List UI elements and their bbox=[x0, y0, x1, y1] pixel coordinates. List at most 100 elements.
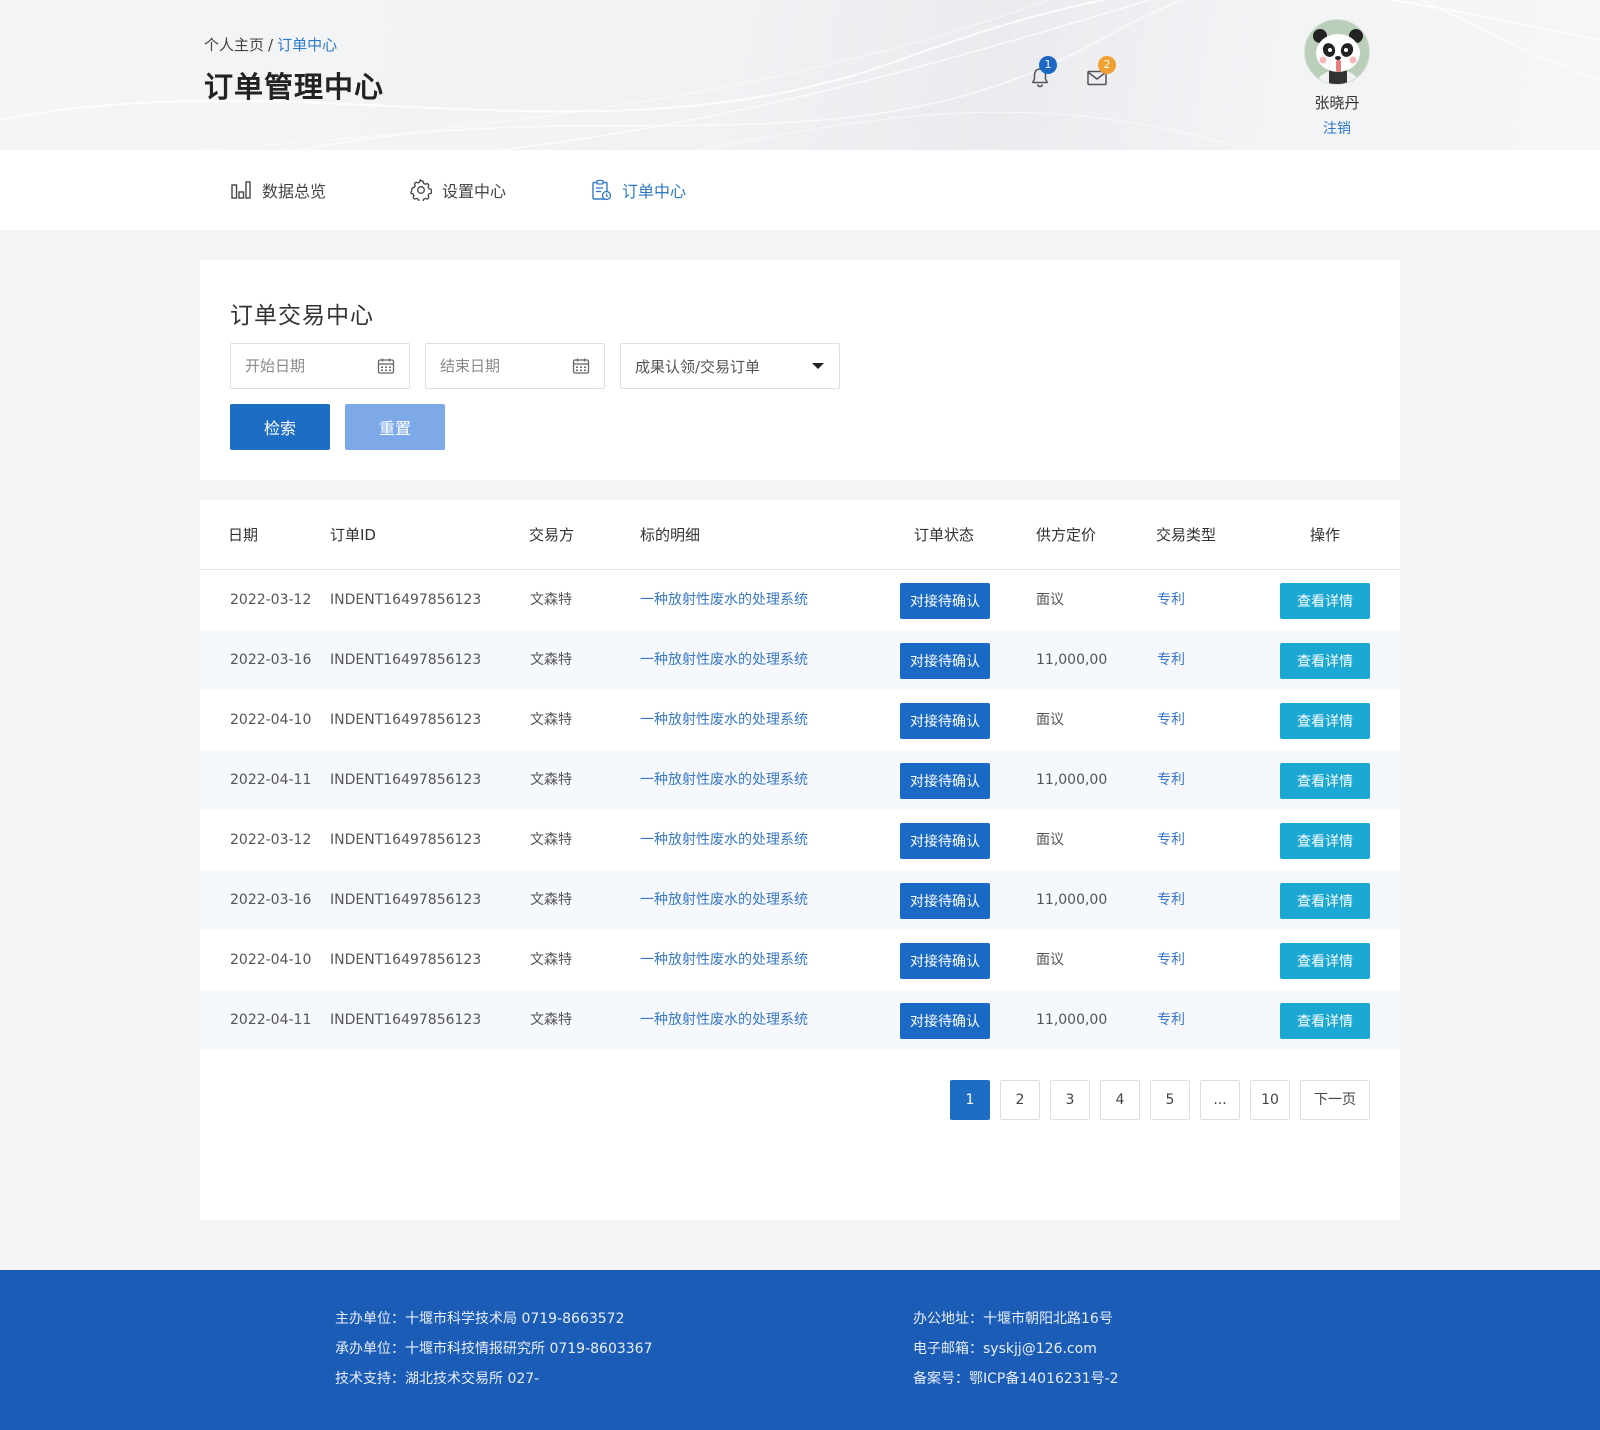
view-details-button[interactable]: 查看详情 bbox=[1280, 823, 1370, 859]
order-type-select[interactable]: 成果认领/交易订单 bbox=[620, 343, 840, 389]
breadcrumb-separator: / bbox=[268, 36, 274, 54]
status-button[interactable]: 对接待确认 bbox=[900, 643, 990, 679]
cell-order-id: INDENT16497856123 bbox=[330, 892, 482, 908]
column-header-status: 订单状态 bbox=[914, 526, 975, 544]
nav-item-settings[interactable]: 设置中心 bbox=[410, 150, 506, 230]
calendar-icon bbox=[377, 358, 395, 374]
page-button-3[interactable]: 3 bbox=[1050, 1080, 1090, 1120]
page-button-2[interactable]: 2 bbox=[1000, 1080, 1040, 1120]
status-button[interactable]: 对接待确认 bbox=[900, 763, 990, 799]
cell-item-link[interactable]: 一种放射性废水的处理系统 bbox=[640, 750, 808, 810]
page-ellipsis-button[interactable]: ... bbox=[1200, 1080, 1240, 1120]
cell-item-link[interactable]: 一种放射性废水的处理系统 bbox=[640, 930, 808, 990]
cell-price: 面议 bbox=[1036, 832, 1064, 848]
reset-button[interactable]: 重置 bbox=[345, 404, 445, 450]
status-button[interactable]: 对接待确认 bbox=[900, 703, 990, 739]
page-button-4[interactable]: 4 bbox=[1100, 1080, 1140, 1120]
status-button[interactable]: 对接待确认 bbox=[900, 583, 990, 619]
cell-price: 面议 bbox=[1036, 592, 1064, 608]
start-date-input[interactable] bbox=[231, 357, 377, 375]
cell-type-link[interactable]: 专利 bbox=[1157, 990, 1185, 1050]
cell-type-link[interactable]: 专利 bbox=[1157, 810, 1185, 870]
page-header: 个人主页 / 订单中心 订单管理中心 1 2 张晓丹 注销 bbox=[0, 0, 1600, 150]
column-header-order-id: 订单ID bbox=[330, 526, 376, 544]
cell-item-link[interactable]: 一种放射性废水的处理系统 bbox=[640, 810, 808, 870]
logout-link[interactable]: 注销 bbox=[1304, 118, 1370, 138]
cell-order-id: INDENT16497856123 bbox=[330, 712, 482, 728]
footer-organizer: 承办单位：十堰市科技情报研究所 0719-8603367 bbox=[335, 1341, 653, 1357]
table-row: 2022-03-16 INDENT16497856123 文森特 一种放射性废水的处理… bbox=[200, 870, 1400, 930]
page-title: 订单管理中心 bbox=[204, 70, 385, 104]
page-button-5[interactable]: 5 bbox=[1150, 1080, 1190, 1120]
column-header-action: 操作 bbox=[1310, 526, 1341, 544]
view-details-button[interactable]: 查看详情 bbox=[1280, 1003, 1370, 1039]
avatar[interactable] bbox=[1304, 19, 1370, 85]
table-row: 2022-04-10 INDENT16497856123 文森特 一种放射性废水的处理… bbox=[200, 930, 1400, 990]
cell-order-id: INDENT16497856123 bbox=[330, 832, 482, 848]
view-details-button[interactable]: 查看详情 bbox=[1280, 703, 1370, 739]
table-row: 2022-04-10 INDENT16497856123 文森特 一种放射性废水的处理… bbox=[200, 690, 1400, 750]
cell-order-id: INDENT16497856123 bbox=[330, 772, 482, 788]
table-row: 2022-03-12 INDENT16497856123 文森特 一种放射性废水的处理… bbox=[200, 570, 1400, 630]
start-date-field[interactable] bbox=[230, 343, 410, 389]
cell-date: 2022-04-10 bbox=[230, 712, 312, 728]
cell-type-link[interactable]: 专利 bbox=[1157, 630, 1185, 690]
notification-button[interactable]: 1 bbox=[1025, 56, 1057, 92]
cell-date: 2022-03-12 bbox=[230, 832, 312, 848]
breadcrumb-current: 订单中心 bbox=[277, 36, 338, 54]
nav-item-order-center[interactable]: 订单中心 bbox=[590, 150, 686, 230]
cell-party: 文森特 bbox=[530, 772, 572, 788]
status-button[interactable]: 对接待确认 bbox=[900, 823, 990, 859]
footer-host: 主办单位：十堰市科学技术局 0719-8663572 bbox=[335, 1311, 625, 1327]
cell-order-id: INDENT16497856123 bbox=[330, 1012, 482, 1028]
cell-item-link[interactable]: 一种放射性废水的处理系统 bbox=[640, 630, 808, 690]
cell-date: 2022-04-11 bbox=[230, 1012, 312, 1028]
message-count-badge: 2 bbox=[1098, 56, 1116, 74]
cell-type-link[interactable]: 专利 bbox=[1157, 690, 1185, 750]
cell-item-link[interactable]: 一种放射性废水的处理系统 bbox=[640, 990, 808, 1050]
end-date-input[interactable] bbox=[426, 357, 572, 375]
cell-price: 11,000,00 bbox=[1036, 892, 1108, 908]
cell-order-id: INDENT16497856123 bbox=[330, 652, 482, 668]
cell-price: 11,000,00 bbox=[1036, 652, 1108, 668]
order-type-select-value: 成果认领/交易订单 bbox=[635, 357, 761, 376]
cell-type-link[interactable]: 专利 bbox=[1157, 930, 1185, 990]
status-button[interactable]: 对接待确认 bbox=[900, 943, 990, 979]
next-page-button[interactable]: 下一页 bbox=[1300, 1080, 1370, 1120]
table-header: 日期 订单ID 交易方 标的明细 订单状态 供方定价 交易类型 操作 bbox=[200, 500, 1400, 570]
end-date-field[interactable] bbox=[425, 343, 605, 389]
cell-date: 2022-03-16 bbox=[230, 652, 312, 668]
footer-icp: 备案号：鄂ICP备14016231号-2 bbox=[913, 1371, 1119, 1387]
cell-type-link[interactable]: 专利 bbox=[1157, 870, 1185, 930]
status-button[interactable]: 对接待确认 bbox=[900, 1003, 990, 1039]
cell-item-link[interactable]: 一种放射性废水的处理系统 bbox=[640, 870, 808, 930]
view-details-button[interactable]: 查看详情 bbox=[1280, 643, 1370, 679]
cell-party: 文森特 bbox=[530, 892, 572, 908]
page-button-10[interactable]: 10 bbox=[1250, 1080, 1290, 1120]
view-details-button[interactable]: 查看详情 bbox=[1280, 583, 1370, 619]
cell-type-link[interactable]: 专利 bbox=[1157, 750, 1185, 810]
view-details-button[interactable]: 查看详情 bbox=[1280, 763, 1370, 799]
view-details-button[interactable]: 查看详情 bbox=[1280, 883, 1370, 919]
nav-item-data-overview[interactable]: 数据总览 bbox=[230, 150, 326, 230]
status-button[interactable]: 对接待确认 bbox=[900, 883, 990, 919]
page-footer: 主办单位：十堰市科学技术局 0719-8663572 承办单位：十堰市科技情报研… bbox=[0, 1270, 1600, 1430]
search-panel: 订单交易中心 成果认领/交易订单 检索 重置 bbox=[200, 260, 1400, 480]
cell-item-link[interactable]: 一种放射性废水的处理系统 bbox=[640, 570, 808, 630]
breadcrumb-home[interactable]: 个人主页 bbox=[204, 36, 264, 54]
view-details-button[interactable]: 查看详情 bbox=[1280, 943, 1370, 979]
table-row: 2022-04-11 INDENT16497856123 文森特 一种放射性废水的处理… bbox=[200, 990, 1400, 1050]
cell-type-link[interactable]: 专利 bbox=[1157, 570, 1185, 630]
cell-date: 2022-03-12 bbox=[230, 592, 312, 608]
main-nav: 数据总览 设置中心 订单中心 bbox=[0, 150, 1600, 230]
cell-date: 2022-04-11 bbox=[230, 772, 312, 788]
column-header-item: 标的明细 bbox=[640, 526, 701, 544]
page-button-1[interactable]: 1 bbox=[950, 1080, 990, 1120]
caret-down-icon bbox=[812, 363, 824, 369]
cell-party: 文森特 bbox=[530, 592, 572, 608]
orders-table-panel: 日期 订单ID 交易方 标的明细 订单状态 供方定价 交易类型 操作 2022-… bbox=[200, 500, 1400, 1220]
search-button[interactable]: 检索 bbox=[230, 404, 330, 450]
cell-item-link[interactable]: 一种放射性废水的处理系统 bbox=[640, 690, 808, 750]
cell-price: 面议 bbox=[1036, 952, 1064, 968]
message-button[interactable]: 2 bbox=[1082, 56, 1116, 92]
